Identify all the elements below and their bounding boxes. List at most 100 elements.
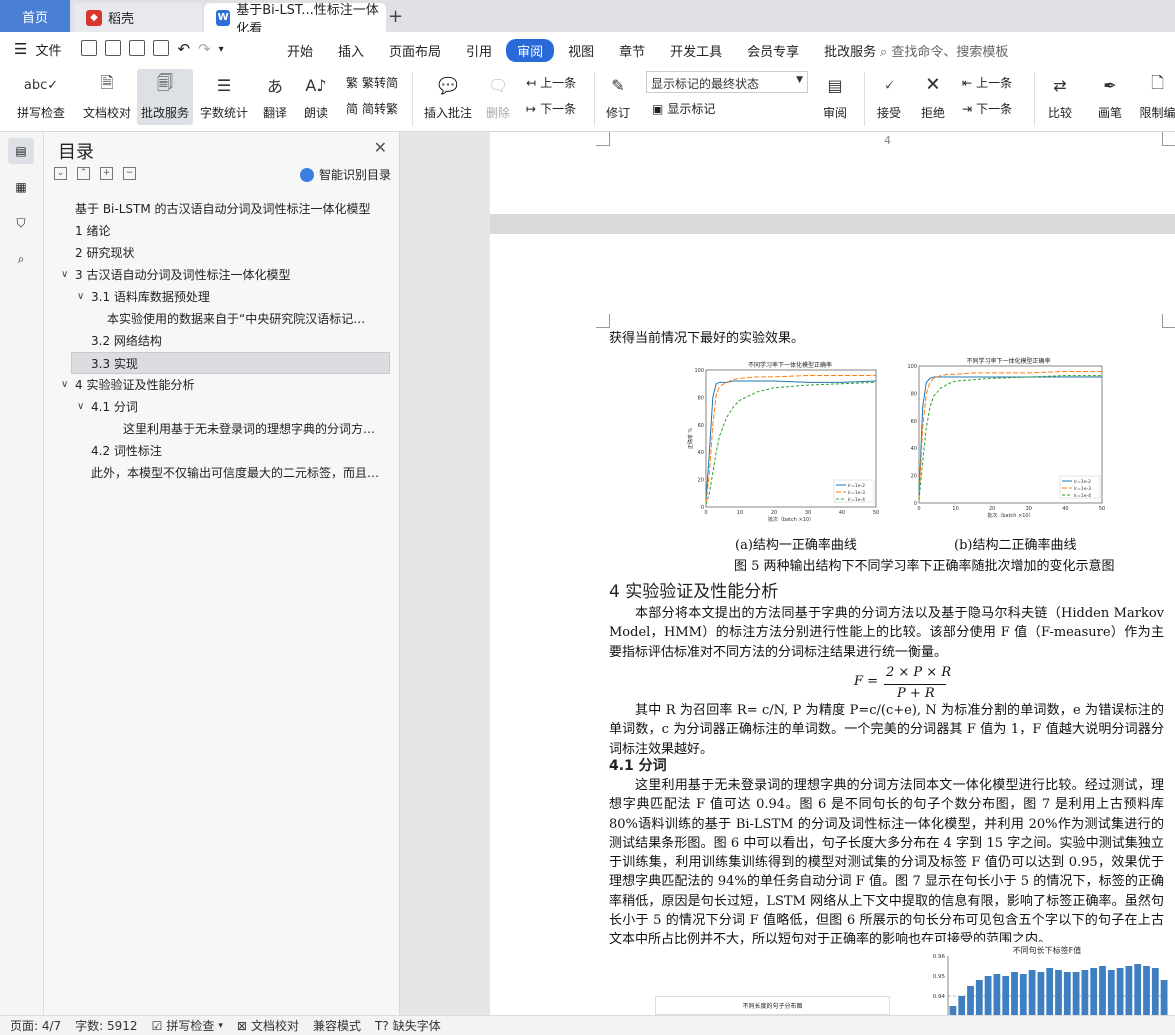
close-icon[interactable]: ✕ <box>374 138 387 157</box>
print-icon[interactable] <box>129 39 146 59</box>
toc-item[interactable]: 这里利用基于无未登录词的理想字典的分词方… <box>44 418 400 440</box>
y-tick-label: 100 <box>694 368 704 374</box>
translate-icon: あ <box>266 77 283 96</box>
y-tick-label: 40 <box>911 446 917 452</box>
menu-tab[interactable]: 引用 <box>455 39 503 62</box>
chart-sentence-length-distribution: 不同长度的句子分布图 <box>655 996 890 1015</box>
read-aloud-button[interactable]: A♪ 朗读 <box>299 72 333 121</box>
y-tick-label: 20 <box>911 474 917 480</box>
doc-proof-button[interactable]: 🗎 文档校对 <box>79 72 135 121</box>
markup-state-select[interactable]: 显示标记的最终状态 ▼ <box>646 71 808 93</box>
smart-toc-label: 智能识别目录 <box>318 168 391 182</box>
menu-tab[interactable]: 会员专享 <box>736 39 810 62</box>
toc-item[interactable]: 本实验使用的数据来自于“中央研究院汉语标记… <box>44 308 400 330</box>
search-icon[interactable]: ⌕ <box>8 246 34 272</box>
chevron-down-icon[interactable]: ∨ <box>61 374 68 396</box>
word-count-button[interactable]: ☰ 字数统计 <box>198 72 250 121</box>
toc-item[interactable]: 3.2 网络结构 <box>44 330 400 352</box>
collapse-all-icon[interactable]: ⌄ <box>54 167 67 180</box>
undo-icon[interactable]: ↶ <box>177 40 190 58</box>
bar <box>984 976 992 1015</box>
add-heading-icon[interactable]: + <box>100 167 113 180</box>
restrict-edit-button[interactable]: 🗋 限制编 <box>1140 72 1175 121</box>
trad-to-simp-button[interactable]: 繁 繁转简 <box>346 74 398 91</box>
file-menu[interactable]: 文件 <box>35 40 61 59</box>
toc-item[interactable]: 此外，本模型不仅输出可信度最大的二元标签，而且… <box>44 462 400 484</box>
toc-item[interactable]: 4.2 词性标注 <box>44 440 400 462</box>
chevron-down-icon[interactable]: ∨ <box>61 264 68 286</box>
bookmark-icon[interactable]: ⛉ <box>8 210 34 236</box>
tab-document[interactable]: W 基于Bi-LST...性标注一体化看 <box>204 3 386 37</box>
ribbon-divider <box>864 72 865 126</box>
menu-tab[interactable]: 插入 <box>327 39 375 62</box>
compare-button[interactable]: ⇄ 比较 <box>1040 72 1080 121</box>
toc-item[interactable]: 1 绪论 <box>44 220 400 242</box>
prev-comment-button[interactable]: ↤ 上一条 <box>526 74 576 91</box>
missing-font-status[interactable]: T? 缺失字体 <box>375 1017 441 1034</box>
tab-straw[interactable]: ◆ 稻壳 <box>74 3 202 32</box>
reject-button[interactable]: 🗙 拒绝 <box>914 72 952 121</box>
compat-mode-status: 兼容模式 <box>312 1019 361 1033</box>
trad-to-simp-icon: 繁 <box>346 76 359 90</box>
delete-comment-button[interactable]: 🗨 删除 <box>480 72 516 121</box>
document-canvas[interactable]: 4 获得当前情况下最好的实验效果。 不同学习率下一体化模型正确率 0 10 20 30… <box>400 132 1175 1015</box>
insert-comment-button[interactable]: 💬 插入批注 <box>420 72 476 121</box>
chevron-down-icon[interactable]: ∨ <box>77 286 84 308</box>
print-preview-icon[interactable] <box>153 39 170 59</box>
page-indicator[interactable]: 页面: 4/7 <box>10 1017 61 1034</box>
toc-panel: 目录 ✕ ⌄ ⌃ + − 智能识别目录 基于 Bi-LSTM 的古汉语自动分词及… <box>44 132 400 1015</box>
expand-all-icon[interactable]: ⌃ <box>77 167 90 180</box>
track-changes-button[interactable]: ✎ 修订 <box>600 72 636 121</box>
menu-tab[interactable]: 审阅 <box>506 39 555 62</box>
toc-item-selected[interactable]: 3.3 实现 <box>71 352 390 374</box>
toc-item[interactable]: 2 研究现状 <box>44 242 400 264</box>
toc-panel-icon[interactable]: ▤ <box>8 138 34 164</box>
paragraph: 这里利用基于无未登录词的理想字典的分词方法同本文一体化模型进行比较。经过测试，理… <box>609 778 1164 948</box>
toc-item[interactable]: 基于 Bi-LSTM 的古汉语自动分词及词性标注一体化模型 <box>44 198 400 220</box>
menu-tab[interactable]: 章节 <box>608 39 656 62</box>
simp-to-trad-button[interactable]: 简 简转繁 <box>346 100 398 117</box>
review-button[interactable]: ▤ 审阅 <box>815 72 855 121</box>
bar <box>1107 970 1115 1015</box>
menu-tab[interactable]: 视图 <box>557 39 605 62</box>
smart-toc-button[interactable]: 智能识别目录 <box>299 166 391 183</box>
missing-font-icon: T? <box>374 1018 389 1033</box>
export-icon[interactable] <box>105 39 122 59</box>
toc-item[interactable]: ∨ 4.1 分词 <box>44 396 400 418</box>
add-tab-icon[interactable]: + <box>388 6 403 27</box>
next-comment-button[interactable]: ↦ 下一条 <box>526 100 576 117</box>
toc-item[interactable]: ∨ 3 古汉语自动分词及词性标注一体化模型 <box>44 264 400 286</box>
save-icon[interactable] <box>81 39 98 59</box>
redo-icon[interactable]: ↷ <box>198 40 211 58</box>
quick-access-dropdown-icon[interactable]: ▾ <box>219 44 224 55</box>
word-count-indicator[interactable]: 字数: 5912 <box>75 1017 137 1034</box>
doc-proof-status[interactable]: ⊠ 文档校对 <box>237 1017 299 1034</box>
outline-icon[interactable]: ▦ <box>8 174 34 200</box>
menu-tab[interactable]: 开始 <box>276 39 324 62</box>
menu-tab[interactable]: 批改服务 <box>813 39 887 62</box>
spell-check-button[interactable]: abc✓ 拼写检查 <box>10 72 72 121</box>
remove-heading-icon[interactable]: − <box>123 167 136 180</box>
section-heading: 4 实验验证及性能分析 <box>609 582 779 602</box>
pen-button[interactable]: ✒ 画笔 <box>1094 72 1126 121</box>
show-markup-button[interactable]: ▣ 显示标记 <box>652 100 715 117</box>
hamburger-icon[interactable]: ☰ <box>14 40 27 58</box>
spell-check-status[interactable]: ☑ 拼写检查 ▾ <box>152 1017 223 1034</box>
translate-button[interactable]: あ 翻译 <box>255 72 295 121</box>
read-aloud-label: 朗读 <box>303 106 328 120</box>
next-change-button[interactable]: ⇥ 下一条 <box>962 100 1012 117</box>
tab-bar: 首页 ◆ 稻壳 W 基于Bi-LST...性标注一体化看 + <box>0 0 1175 37</box>
command-search[interactable]: ⌕ 查找命令、搜索模板 <box>880 41 1008 60</box>
document-page: 4 <box>490 132 1175 214</box>
toc-item[interactable]: ∨ 3.1 语料库数据预处理 <box>44 286 400 308</box>
straw-icon: ◆ <box>86 9 102 26</box>
chevron-down-icon[interactable]: ∨ <box>77 396 84 418</box>
tab-home[interactable]: 首页 <box>0 0 70 32</box>
menu-tab[interactable]: 页面布局 <box>378 39 452 62</box>
accept-button[interactable]: 🗸 接受 <box>870 72 908 121</box>
menu-tab[interactable]: 开发工具 <box>659 39 733 62</box>
toc-item[interactable]: ∨ 4 实验验证及性能分析 <box>44 374 400 396</box>
correction-service-button[interactable]: 🗐 批改服务 <box>137 69 193 125</box>
prev-change-button[interactable]: ⇤ 上一条 <box>962 74 1012 91</box>
correction-service-label: 批改服务 <box>140 106 189 120</box>
